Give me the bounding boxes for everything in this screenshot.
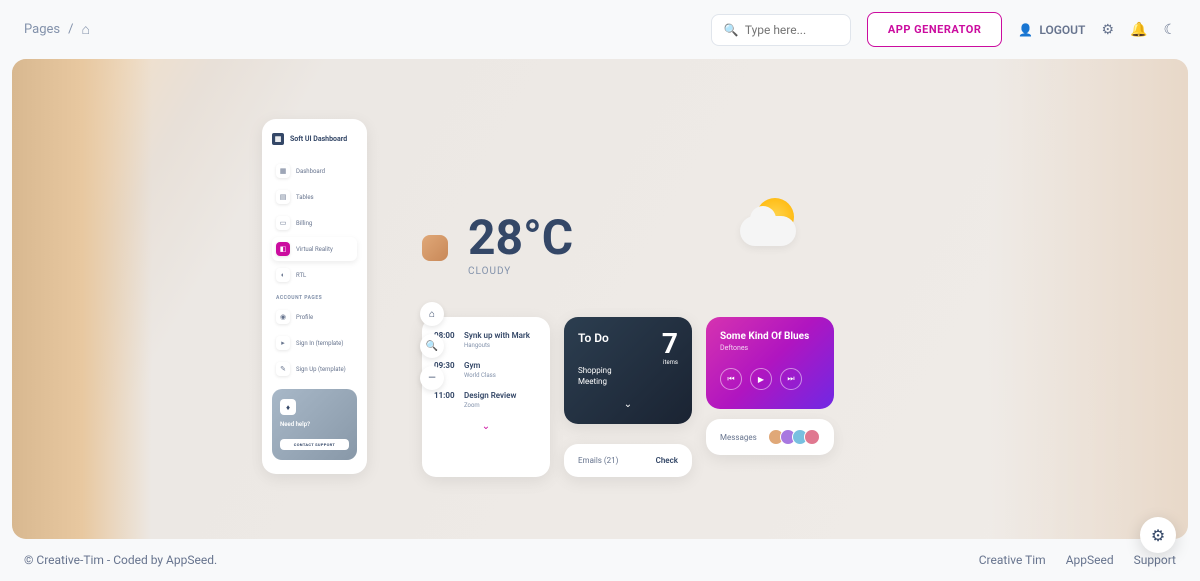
footer: © Creative-Tim - Coded by AppSeed. Creat…: [0, 539, 1200, 581]
avatar[interactable]: [804, 429, 820, 445]
signin-icon: ▸: [276, 336, 290, 350]
footer-copyright: © Creative-Tim - Coded by AppSeed.: [24, 553, 217, 567]
sidebar: ▦ Soft UI Dashboard ▦ Dashboard ▤ Tables…: [262, 119, 367, 474]
bell-icon[interactable]: 🔔: [1130, 22, 1147, 38]
search-icon: 🔍: [724, 23, 739, 37]
next-button[interactable]: ⏭: [780, 368, 802, 390]
sidebar-item-virtual-reality[interactable]: ◧ Virtual Reality: [272, 237, 357, 261]
moon-icon[interactable]: ☾: [1163, 22, 1176, 38]
cloud-icon: [740, 216, 796, 246]
sidebar-item-rtl[interactable]: ◐ RTL: [272, 263, 357, 287]
sidebar-item-profile[interactable]: ◉ Profile: [272, 305, 357, 329]
main-area: ⌂ 🔍 — 28°C CLOUDY 08:00 Synk up with Mar…: [422, 214, 834, 477]
topbar-right: 🔍 APP GENERATOR 👤 LOGOUT ⚙ 🔔 ☾: [711, 12, 1176, 47]
weather-condition: CLOUDY: [468, 266, 573, 277]
messages-card[interactable]: Messages: [706, 419, 834, 455]
footer-link[interactable]: Creative Tim: [979, 553, 1046, 567]
sidebar-item-billing[interactable]: ▭ Billing: [272, 211, 357, 235]
vr-icon: ◧: [276, 242, 290, 256]
home-icon[interactable]: ⌂: [81, 21, 89, 38]
schedule-item[interactable]: 08:00 Synk up with Mark Hangouts: [434, 331, 538, 349]
sidebar-item-tables[interactable]: ▤ Tables: [272, 185, 357, 209]
cards-row: 08:00 Synk up with Mark Hangouts 09:30 G…: [422, 317, 834, 477]
todo-card[interactable]: To Do 7 items Shopping Meeting ⌄: [564, 317, 692, 424]
sidebar-item-signup[interactable]: ✎ Sign Up (template): [272, 357, 357, 381]
help-title: Need help?: [280, 421, 349, 428]
footer-link[interactable]: Support: [1134, 553, 1176, 567]
music-controls: ⏮ ▶ ⏭: [720, 368, 820, 390]
schedule-item[interactable]: 09:30 Gym World Class: [434, 361, 538, 379]
emails-check-link[interactable]: Check: [656, 456, 678, 465]
user-icon: 👤: [1018, 23, 1033, 37]
emails-card[interactable]: Emails (21) Check: [564, 444, 692, 477]
avatar[interactable]: [422, 235, 448, 261]
help-card: ♦ Need help? CONTACT SUPPORT: [272, 389, 357, 460]
weather-widget: 28°C CLOUDY: [422, 214, 834, 277]
breadcrumb-root[interactable]: Pages: [24, 22, 60, 37]
music-card: Some Kind Of Blues Deftones ⏮ ▶ ⏭: [706, 317, 834, 409]
sidebar-item-dashboard[interactable]: ▦ Dashboard: [272, 159, 357, 183]
play-button[interactable]: ▶: [750, 368, 772, 390]
app-generator-button[interactable]: APP GENERATOR: [867, 12, 1003, 47]
gear-icon[interactable]: ⚙: [1101, 22, 1114, 38]
footer-links: Creative Tim AppSeed Support: [979, 553, 1176, 567]
prev-button[interactable]: ⏮: [720, 368, 742, 390]
message-avatars: [772, 429, 820, 445]
breadcrumb: Pages / ⌂: [24, 21, 90, 38]
profile-icon: ◉: [276, 310, 290, 324]
chevron-down-icon[interactable]: ⌄: [578, 399, 678, 410]
weather-temperature: 28°C: [468, 214, 573, 262]
dashboard-icon: ▦: [276, 164, 290, 178]
sidebar-section-label: ACCOUNT PAGES: [276, 295, 357, 301]
nav-home-icon[interactable]: ⌂: [420, 302, 444, 326]
help-icon: ♦: [280, 399, 296, 415]
nav-minimize-icon[interactable]: —: [420, 366, 444, 390]
signup-icon: ✎: [276, 362, 290, 376]
sidebar-item-signin[interactable]: ▸ Sign In (template): [272, 331, 357, 355]
settings-fab[interactable]: ⚙: [1140, 517, 1176, 553]
schedule-item[interactable]: 11:00 Design Review Zoom: [434, 391, 538, 409]
hero-background: ▦ Soft UI Dashboard ▦ Dashboard ▤ Tables…: [12, 59, 1188, 539]
tables-icon: ▤: [276, 190, 290, 204]
billing-icon: ▭: [276, 216, 290, 230]
weather-icon: [732, 194, 812, 254]
search-input[interactable]: [745, 23, 838, 37]
topbar: Pages / ⌂ 🔍 APP GENERATOR 👤 LOGOUT ⚙ 🔔 ☾: [0, 0, 1200, 59]
footer-link[interactable]: AppSeed: [1066, 553, 1114, 567]
floating-nav: ⌂ 🔍 —: [420, 302, 444, 390]
sidebar-brand[interactable]: ▦ Soft UI Dashboard: [272, 133, 357, 145]
contact-support-button[interactable]: CONTACT SUPPORT: [280, 439, 349, 450]
rtl-icon: ◐: [276, 268, 290, 282]
search-input-wrapper[interactable]: 🔍: [711, 14, 851, 46]
brand-icon: ▦: [272, 133, 284, 145]
logout-button[interactable]: 👤 LOGOUT: [1018, 23, 1085, 37]
chevron-down-icon[interactable]: ⌄: [434, 421, 538, 432]
nav-search-icon[interactable]: 🔍: [420, 334, 444, 358]
gear-icon: ⚙: [1151, 526, 1165, 545]
